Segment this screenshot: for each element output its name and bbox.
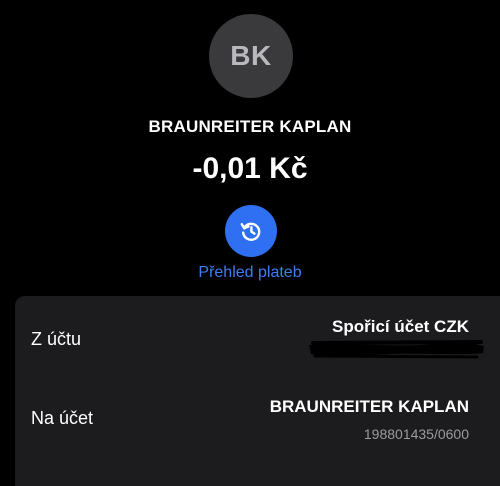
redaction-scribble	[309, 340, 484, 359]
from-account-value: Spořicí účet CZK	[332, 317, 469, 336]
payee-name: BRAUNREITER KAPLAN	[148, 117, 352, 136]
history-icon	[240, 222, 261, 241]
payment-history-link[interactable]: Přehled plateb	[0, 264, 500, 282]
transaction-amount: -0,01 Kč	[192, 152, 308, 185]
transaction-details-card: Z účtu Spořicí účet CZK Na účet BRAUNREI…	[15, 296, 500, 486]
to-account-number: 198801435/0600	[363, 426, 469, 442]
avatar: BK	[209, 14, 293, 98]
to-account-label: Na účet	[31, 408, 94, 428]
from-account-label: Z účtu	[31, 329, 82, 349]
to-account-name: BRAUNREITER KAPLAN	[269, 397, 469, 416]
payment-history-button[interactable]	[225, 205, 277, 257]
